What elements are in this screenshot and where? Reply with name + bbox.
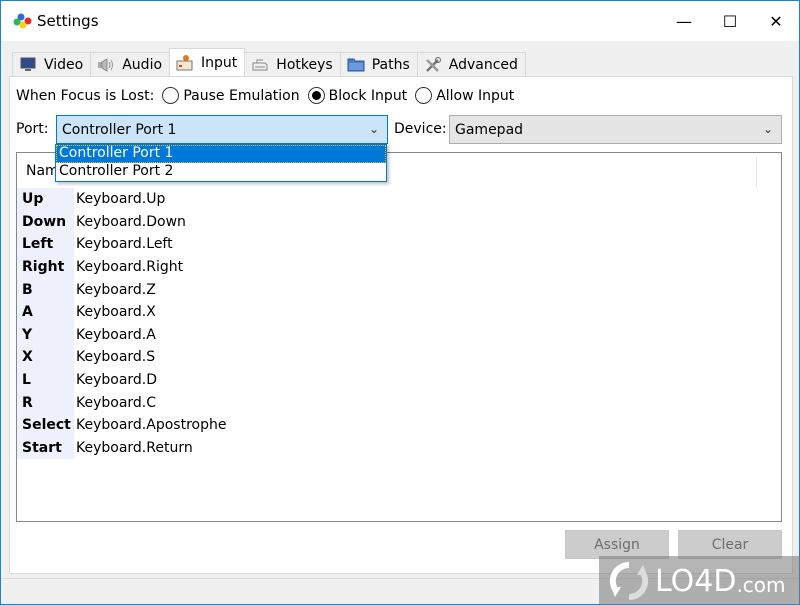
input-mapping: Keyboard.Return [76, 439, 193, 456]
list-item[interactable]: X Keyboard.S [17, 346, 226, 369]
tab-label: Hotkeys [276, 56, 333, 73]
tab-advanced[interactable]: Advanced [416, 52, 526, 76]
input-name: Down [17, 210, 74, 234]
refresh-logo-icon [609, 561, 649, 601]
radio-label: Block Input [328, 87, 408, 104]
port-dropdown-list: Controller Port 1 Controller Port 2 [55, 144, 387, 182]
input-mapping: Keyboard.X [76, 304, 156, 321]
tab-label: Advanced [448, 56, 518, 73]
input-name: Start [17, 436, 74, 460]
device-select-value: Gamepad [455, 121, 524, 138]
input-mapping: Keyboard.Down [76, 213, 186, 230]
input-name: X [17, 346, 74, 369]
tab-video[interactable]: Video [12, 52, 92, 76]
column-separator [756, 157, 757, 187]
tab-paths[interactable]: Paths [339, 52, 418, 76]
input-name: Y [17, 323, 74, 347]
device-label: Device: [394, 121, 447, 137]
input-name: R [17, 391, 74, 414]
radio-allow-input[interactable]: Allow Input [415, 87, 514, 104]
input-mapping: Keyboard.Z [76, 281, 156, 298]
list-item[interactable]: Y Keyboard.A [17, 323, 226, 347]
input-name: Right [17, 255, 74, 279]
list-item[interactable]: Select Keyboard.Apostrophe [17, 413, 227, 437]
tab-label: Audio [122, 56, 163, 73]
app-logo-icon [13, 13, 32, 29]
maximize-button[interactable]: ☐ [707, 1, 753, 41]
tab-label: Video [44, 56, 84, 73]
mapping-list[interactable]: Name Up Keyboard.Up Down Keyboard.Down Lef… [16, 152, 782, 522]
input-mapping: Keyboard.Up [76, 191, 166, 208]
input-mapping: Keyboard.Apostrophe [76, 417, 227, 434]
folder-icon [347, 57, 365, 73]
input-mapping: Keyboard.C [76, 394, 157, 411]
input-mapping: Keyboard.A [76, 326, 156, 343]
radio-pause-emulation[interactable]: Pause Emulation [162, 87, 300, 104]
radio-label: Allow Input [436, 87, 515, 104]
list-item[interactable]: B Keyboard.Z [17, 278, 226, 301]
title-bar[interactable]: Settings — ☐ ✕ [1, 1, 799, 41]
focus-options: When Focus is Lost: Pause Emulation Bloc… [16, 87, 514, 104]
input-name: A [17, 300, 74, 324]
watermark-suffix: .com [736, 573, 786, 597]
chevron-down-icon: ⌄ [368, 122, 379, 136]
port-label: Port: [16, 121, 49, 137]
input-mapping: Keyboard.Right [76, 259, 184, 276]
maximize-icon: ☐ [722, 11, 738, 31]
tab-hotkeys[interactable]: Hotkeys [244, 52, 341, 76]
close-button[interactable]: ✕ [753, 1, 799, 41]
port-option-2[interactable]: Controller Port 2 [56, 163, 386, 181]
input-name: B [17, 278, 74, 301]
monitor-icon [19, 57, 37, 73]
port-option-1[interactable]: Controller Port 1 [56, 145, 386, 163]
settings-window: Settings — ☐ ✕ Video Audio Input Hotkeys… [0, 0, 800, 605]
radio-circle-selected[interactable] [307, 87, 325, 104]
port-select-value: Controller Port 1 [62, 121, 177, 138]
input-mapping: Keyboard.Left [76, 236, 173, 253]
minimize-icon: — [676, 11, 692, 31]
list-item[interactable]: Right Keyboard.Right [17, 255, 226, 279]
radio-circle[interactable] [415, 87, 433, 104]
keyboard-icon [251, 57, 269, 73]
list-item[interactable]: A Keyboard.X [17, 300, 226, 324]
radio-label: Pause Emulation [183, 87, 300, 104]
tab-bar: Video Audio Input Hotkeys Paths Advanced [12, 48, 526, 76]
input-mapping: Keyboard.D [76, 372, 158, 389]
list-item[interactable]: Start Keyboard.Return [17, 436, 226, 460]
list-item[interactable]: R Keyboard.C [17, 391, 226, 414]
joystick-icon [176, 54, 194, 71]
input-name: Up [17, 188, 74, 211]
clear-button[interactable]: Clear [678, 530, 782, 559]
tab-audio[interactable]: Audio [90, 52, 171, 76]
assign-button[interactable]: Assign [565, 530, 669, 559]
tab-label: Paths [371, 56, 410, 73]
watermark: LO4D .com [599, 556, 800, 605]
window-title: Settings [37, 12, 99, 30]
speaker-icon [97, 57, 115, 73]
focus-label: When Focus is Lost: [16, 87, 155, 104]
input-mapping: Keyboard.S [76, 349, 156, 366]
input-name: L [17, 368, 74, 392]
list-item[interactable]: Left Keyboard.Left [17, 233, 226, 256]
chevron-down-icon: ⌄ [762, 122, 773, 136]
list-item[interactable]: Down Keyboard.Down [17, 210, 226, 234]
device-select[interactable]: Gamepad ⌄ [449, 115, 782, 144]
list-item[interactable]: Up Keyboard.Up [17, 188, 226, 211]
port-select[interactable]: Controller Port 1 ⌄ [56, 115, 388, 144]
input-name: Left [17, 233, 74, 256]
tab-input[interactable]: Input [169, 48, 246, 76]
minimize-button[interactable]: — [661, 1, 707, 41]
tab-label: Input [201, 54, 238, 71]
radio-block-input[interactable]: Block Input [307, 87, 408, 104]
close-icon: ✕ [769, 11, 783, 31]
input-name: Select [17, 413, 74, 437]
tools-icon [424, 56, 442, 73]
radio-circle[interactable] [162, 87, 180, 104]
list-item[interactable]: L Keyboard.D [17, 368, 226, 392]
mapping-rows: Up Keyboard.Up Down Keyboard.Down Left Keyb… [17, 188, 227, 460]
watermark-brand: LO4D [655, 563, 737, 599]
